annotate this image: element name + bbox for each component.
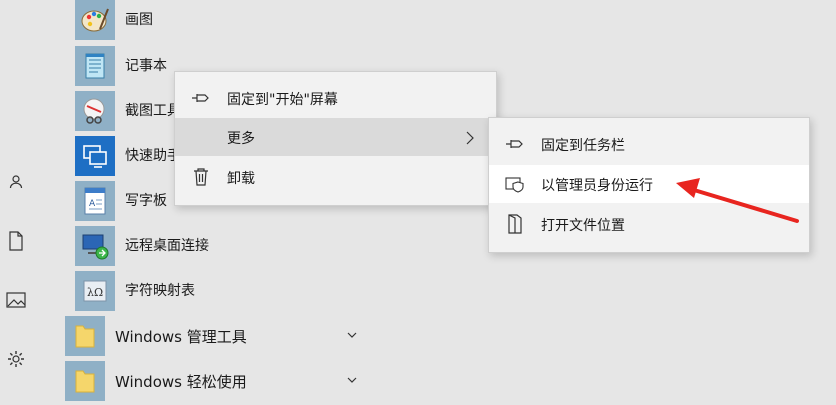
svg-text:A: A bbox=[89, 199, 96, 209]
menu-item-label: 打开文件位置 bbox=[541, 218, 625, 234]
chevron-down-icon[interactable] bbox=[346, 371, 358, 390]
folder-windows-admin-tools[interactable]: Windows 管理工具 bbox=[62, 316, 362, 360]
app-item-character-map[interactable]: λΩ 字符映射表 bbox=[62, 269, 362, 313]
chevron-right-icon bbox=[465, 130, 475, 149]
pin-icon bbox=[191, 88, 211, 108]
pin-icon bbox=[505, 134, 525, 154]
user-icon[interactable] bbox=[4, 170, 28, 194]
menu-item-uninstall[interactable]: 卸载 bbox=[175, 158, 496, 196]
menu-item-more[interactable]: 更多 bbox=[175, 118, 496, 156]
app-label: 截图工具 bbox=[125, 103, 181, 119]
app-label: 写字板 bbox=[125, 193, 167, 209]
snipping-tool-icon bbox=[75, 91, 115, 131]
character-map-icon: λΩ bbox=[75, 271, 115, 311]
chevron-down-icon[interactable] bbox=[346, 326, 358, 345]
trash-icon bbox=[191, 167, 211, 187]
folder-icon bbox=[65, 361, 105, 401]
app-label: 字符映射表 bbox=[125, 283, 195, 299]
app-label: 远程桌面连接 bbox=[125, 238, 209, 254]
documents-icon[interactable] bbox=[4, 229, 28, 253]
paint-icon bbox=[75, 0, 115, 40]
menu-item-run-as-admin[interactable]: 以管理员身份运行 bbox=[489, 165, 809, 203]
folder-label: Windows 轻松使用 bbox=[115, 373, 247, 391]
app-label: 快速助手 bbox=[125, 148, 181, 164]
settings-gear-icon[interactable] bbox=[4, 347, 28, 371]
menu-item-pin-to-taskbar[interactable]: 固定到任务栏 bbox=[489, 125, 809, 163]
app-label: 记事本 bbox=[125, 58, 167, 74]
context-menu: 固定到"开始"屏幕 更多 卸载 bbox=[174, 71, 497, 206]
menu-item-label: 以管理员身份运行 bbox=[541, 178, 653, 194]
menu-item-label: 固定到"开始"屏幕 bbox=[227, 92, 338, 108]
wordpad-icon: A bbox=[75, 181, 115, 221]
folder-label: Windows 管理工具 bbox=[115, 328, 247, 346]
open-folder-icon bbox=[505, 214, 525, 234]
app-label: 画图 bbox=[125, 12, 153, 28]
pictures-icon[interactable] bbox=[4, 288, 28, 312]
shield-icon bbox=[505, 174, 525, 194]
menu-item-label: 更多 bbox=[227, 131, 255, 147]
menu-item-label: 卸载 bbox=[227, 171, 255, 187]
quick-assist-icon bbox=[75, 136, 115, 176]
folder-windows-ease-of-access[interactable]: Windows 轻松使用 bbox=[62, 361, 362, 405]
menu-item-pin-to-start[interactable]: 固定到"开始"屏幕 bbox=[175, 79, 496, 117]
svg-text:λΩ: λΩ bbox=[87, 286, 103, 299]
app-item-paint[interactable]: 画图 bbox=[62, 0, 362, 42]
notepad-icon bbox=[75, 46, 115, 86]
start-left-rail bbox=[0, 0, 34, 393]
remote-desktop-icon bbox=[75, 226, 115, 266]
submenu-more: 固定到任务栏 以管理员身份运行 打开文件位置 bbox=[488, 117, 810, 253]
folder-icon bbox=[65, 316, 105, 356]
menu-item-label: 固定到任务栏 bbox=[541, 138, 625, 154]
menu-item-open-file-location[interactable]: 打开文件位置 bbox=[489, 205, 809, 243]
app-item-remote-desktop[interactable]: 远程桌面连接 bbox=[62, 224, 362, 268]
